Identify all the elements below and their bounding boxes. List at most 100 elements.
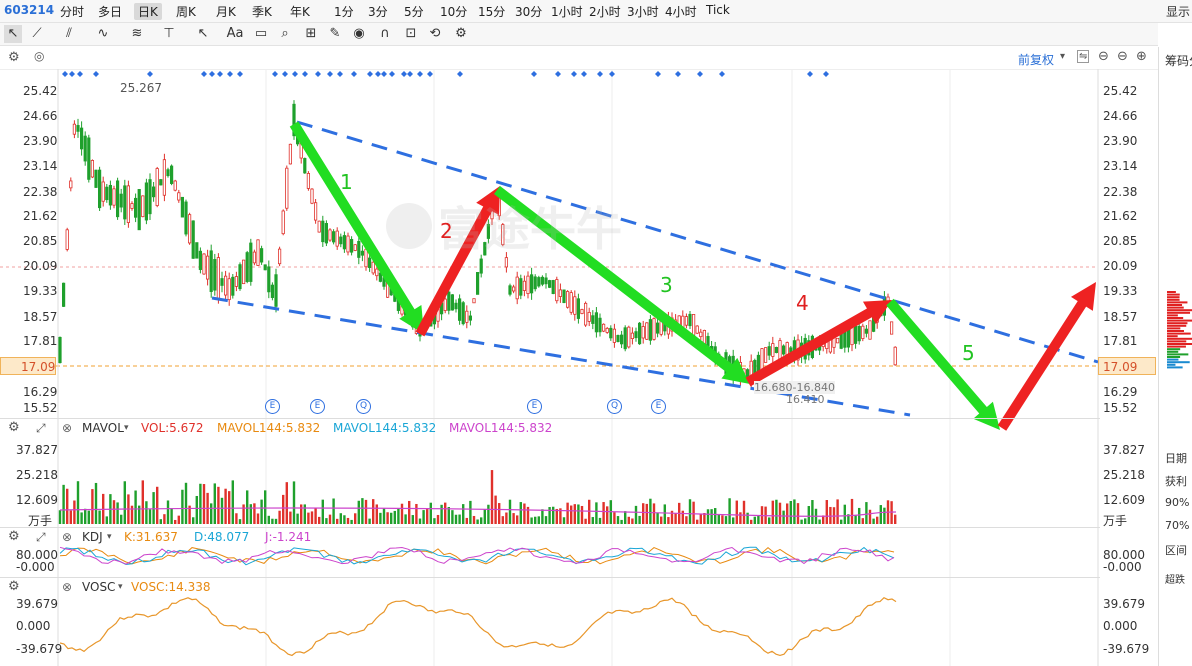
chevron-down-icon[interactable]: ▾ (124, 419, 129, 437)
text-tool-icon[interactable]: Aa (226, 25, 244, 43)
kdj-settings-icon[interactable]: ⚙ (8, 528, 20, 546)
period-tab-7[interactable]: 1分 (334, 3, 354, 20)
volume-bar (876, 516, 879, 524)
candle-body (648, 319, 653, 341)
volume-bar (210, 503, 213, 524)
cursor-icon[interactable]: ↖ (4, 25, 22, 43)
vol-expand-icon[interactable]: ⤢ (36, 419, 46, 437)
period-tab-8[interactable]: 3分 (368, 3, 388, 20)
candle-body (151, 186, 156, 198)
volume-bar (310, 511, 314, 524)
vosc-close-icon[interactable]: ⊗ (62, 578, 72, 596)
period-tab-16[interactable]: 4小时 (665, 3, 697, 20)
signal-dot (609, 71, 615, 77)
period-tab-0[interactable]: 分时 (60, 3, 84, 20)
period-tab-13[interactable]: 1小时 (551, 3, 583, 20)
vol-close-icon[interactable]: ⊗ (62, 419, 72, 437)
period-tab-2[interactable]: 日K (134, 3, 162, 20)
signal-dot (327, 71, 333, 77)
candle-body (558, 289, 563, 297)
fib-tool-icon[interactable]: ≋ (128, 25, 146, 43)
volume-bar (458, 514, 461, 524)
log-scale-icon[interactable]: ⇋ (1077, 50, 1090, 63)
period-tab-15[interactable]: 3小时 (627, 3, 659, 20)
event-marker[interactable]: E (527, 399, 542, 414)
volume-tick: 37.827 (16, 443, 58, 457)
event-marker[interactable]: E (310, 399, 325, 414)
volume-bar (667, 517, 670, 524)
hline-tool-icon[interactable]: ⊤ (160, 25, 178, 43)
volume-bar (418, 518, 422, 524)
wave-label-2: 2 (440, 219, 453, 243)
volume-bar (451, 510, 454, 524)
period-tab-10[interactable]: 10分 (440, 3, 467, 20)
chip-bar (1167, 358, 1179, 361)
period-tab-6[interactable]: 年K (290, 3, 310, 20)
volume-bar (134, 490, 137, 524)
zoom-icon[interactable]: ⌕ (276, 25, 294, 43)
chevron-down-icon[interactable]: ▾ (118, 578, 123, 596)
period-tab-12[interactable]: 30分 (515, 3, 542, 20)
magnet-icon[interactable]: ∩ (376, 25, 394, 43)
wave-tool-icon[interactable]: ∿ (94, 25, 112, 43)
signal-dot (227, 71, 233, 77)
trash-icon[interactable]: ⊡ (402, 25, 420, 43)
chevron-down-icon[interactable]: ▾ (107, 528, 112, 546)
vosc-settings-icon[interactable]: ⚙ (8, 578, 20, 596)
kdj-close-icon[interactable]: ⊗ (62, 528, 72, 546)
vol-indicator-title[interactable]: MAVOL (82, 419, 124, 437)
line-tool-icon[interactable]: ⟋ (28, 25, 46, 43)
chip-bar (1167, 319, 1192, 322)
kdj-expand-icon[interactable]: ⤢ (36, 528, 46, 546)
candle-body (119, 193, 123, 208)
volume-bar (343, 515, 346, 524)
vol-settings-icon[interactable]: ⚙ (8, 419, 20, 437)
volume-bar (501, 516, 504, 524)
vosc-indicator-title[interactable]: VOSC (82, 578, 115, 596)
volume-bar (638, 515, 641, 524)
volume-bar (393, 510, 396, 524)
volume-bar (166, 500, 170, 524)
main-settings-icon[interactable]: ⚙ (8, 50, 20, 65)
volume-bar (577, 504, 580, 524)
logo-icon (386, 203, 432, 249)
candle-body (656, 322, 660, 334)
volume-bar (490, 470, 494, 524)
candle-body (353, 244, 357, 251)
candle-body (62, 282, 66, 307)
zoom-out-icon[interactable]: ⊖ (1098, 49, 1109, 64)
event-marker[interactable]: Q (356, 399, 371, 414)
measure-icon[interactable]: ⊞ (302, 25, 320, 43)
minus-icon[interactable]: ⊖ (1117, 49, 1128, 64)
sync-icon[interactable]: ⟲ (426, 25, 444, 43)
display-menu[interactable]: 显示 (1166, 3, 1190, 20)
period-tab-1[interactable]: 多日 (98, 3, 122, 20)
settings-icon[interactable]: ⚙ (452, 25, 470, 43)
channel-tool-icon[interactable]: ⫽ (60, 25, 78, 43)
chip-bar (1167, 332, 1191, 335)
kdj-indicator-title[interactable]: KDJ (82, 528, 103, 546)
eye-icon[interactable]: ◉ (350, 25, 368, 43)
event-marker[interactable]: E (265, 399, 280, 414)
chevron-down-icon[interactable]: ▾ (1060, 51, 1065, 62)
volume-bar (660, 516, 663, 524)
period-tab-9[interactable]: 5分 (404, 3, 424, 20)
period-tab-4[interactable]: 月K (216, 3, 236, 20)
pen-icon[interactable]: ✎ (326, 25, 344, 43)
main-expand-icon[interactable]: ◎ (34, 49, 44, 63)
period-tab-5[interactable]: 季K (252, 3, 272, 20)
period-tab-14[interactable]: 2小时 (589, 3, 621, 20)
price-tick-left: 19.33 (23, 284, 58, 298)
event-marker[interactable]: E (651, 399, 666, 414)
mavol-1-value: MAVOL144:5.832 (217, 421, 321, 435)
arrow-tool-icon[interactable]: ↖ (194, 25, 212, 43)
volume-bar (573, 504, 576, 524)
event-marker[interactable]: Q (607, 399, 622, 414)
comment-icon[interactable]: ▭ (252, 25, 270, 43)
period-tab-11[interactable]: 15分 (478, 3, 505, 20)
candle-body (220, 278, 224, 286)
zoom-in-icon[interactable]: ⊕ (1136, 49, 1147, 64)
period-tab-17[interactable]: Tick (706, 3, 730, 17)
adjust-dropdown[interactable]: 前复权 (1018, 51, 1054, 68)
period-tab-3[interactable]: 周K (176, 3, 196, 20)
